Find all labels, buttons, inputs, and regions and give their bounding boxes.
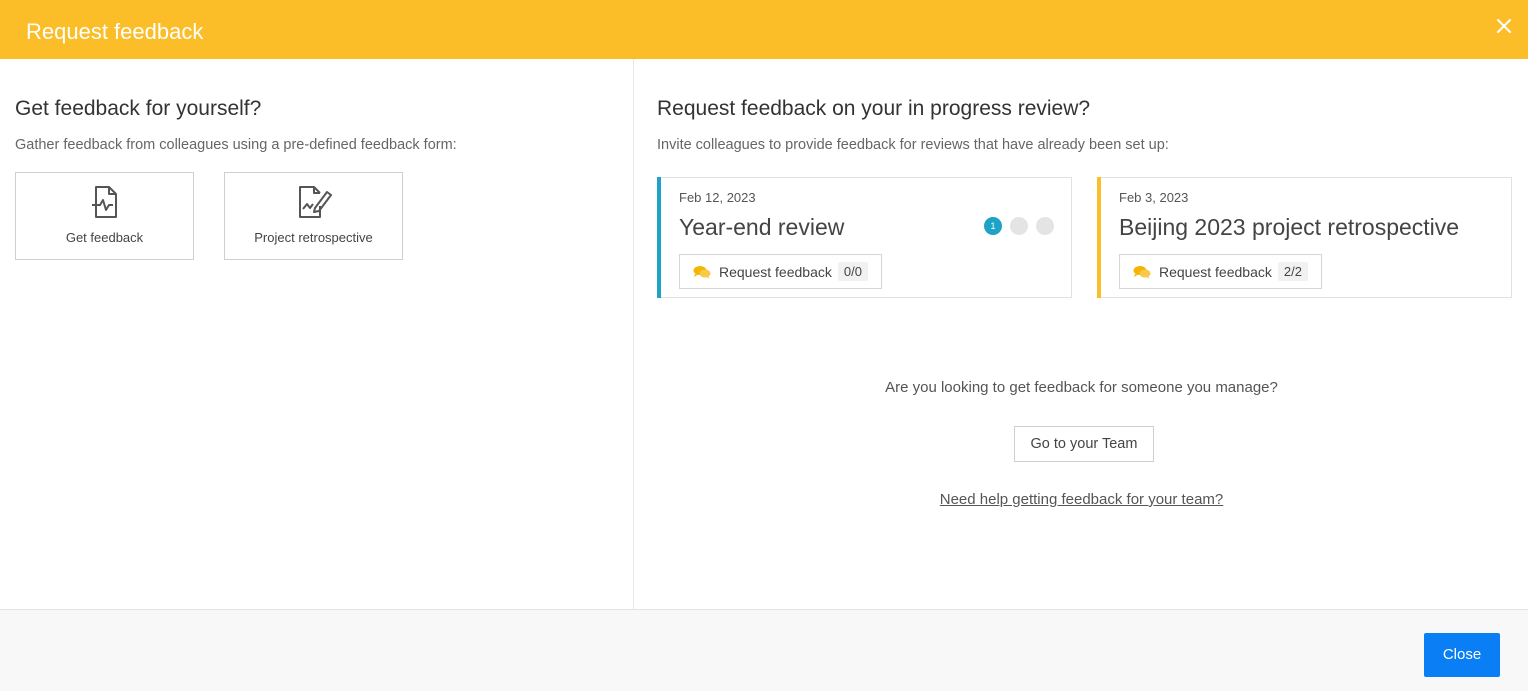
manage-question: Are you looking to get feedback for some…: [885, 379, 1278, 396]
review-title: Beijing 2023 project retrospective: [1119, 214, 1460, 240]
feedback-document-icon: [87, 184, 123, 220]
self-feedback-title: Get feedback for yourself?: [15, 97, 262, 120]
review-feedback-title: Request feedback on your in progress rev…: [657, 97, 1091, 120]
feedback-count-badge: 0/0: [837, 262, 868, 281]
self-feedback-subtitle: Gather feedback from colleagues using a …: [15, 137, 457, 153]
get-feedback-label: Get feedback: [65, 230, 144, 245]
step-dot-active: 1: [984, 217, 1002, 235]
review-card-beijing: Feb 3, 2023 Beijing 2023 project retrosp…: [1097, 177, 1512, 298]
review-feedback-pane: Request feedback on your in progress rev…: [635, 59, 1528, 609]
chat-bubbles-icon: [693, 265, 711, 279]
review-card-year-end: Feb 12, 2023 Year-end review 1 Request f…: [657, 177, 1072, 298]
get-feedback-tile[interactable]: Get feedback: [15, 172, 194, 260]
review-date: Feb 12, 2023: [679, 190, 756, 205]
team-feedback-help-link[interactable]: Need help getting feedback for your team…: [635, 491, 1528, 508]
project-retrospective-tile[interactable]: Project retrospective: [224, 172, 403, 260]
chat-bubbles-icon: [1133, 265, 1151, 279]
feedback-count-badge: 2/2: [1277, 262, 1308, 281]
request-feedback-button[interactable]: Request feedback 2/2: [1119, 254, 1322, 289]
review-feedback-subtitle: Invite colleagues to provide feedback fo…: [657, 137, 1169, 153]
step-dot: [1036, 217, 1054, 235]
card-accent-bar: [657, 177, 661, 298]
request-feedback-label: Request feedback: [1159, 263, 1272, 280]
close-button[interactable]: Close: [1424, 633, 1500, 677]
request-feedback-button[interactable]: Request feedback 0/0: [679, 254, 882, 289]
request-feedback-label: Request feedback: [719, 263, 832, 280]
modal-header: Request feedback: [0, 0, 1528, 59]
review-title: Year-end review: [679, 214, 845, 240]
review-progress-steps: 1: [984, 217, 1054, 235]
document-edit-icon: [296, 184, 332, 220]
review-date: Feb 3, 2023: [1119, 190, 1189, 205]
go-to-team-button[interactable]: Go to your Team: [1014, 426, 1154, 462]
card-accent-bar: [1097, 177, 1101, 298]
close-icon[interactable]: [1494, 16, 1514, 36]
self-feedback-pane: Get feedback for yourself? Gather feedba…: [0, 59, 634, 609]
step-dot: [1010, 217, 1028, 235]
modal-footer: Close: [0, 609, 1528, 691]
modal-title: Request feedback: [26, 19, 204, 44]
project-retrospective-label: Project retrospective: [254, 230, 373, 245]
